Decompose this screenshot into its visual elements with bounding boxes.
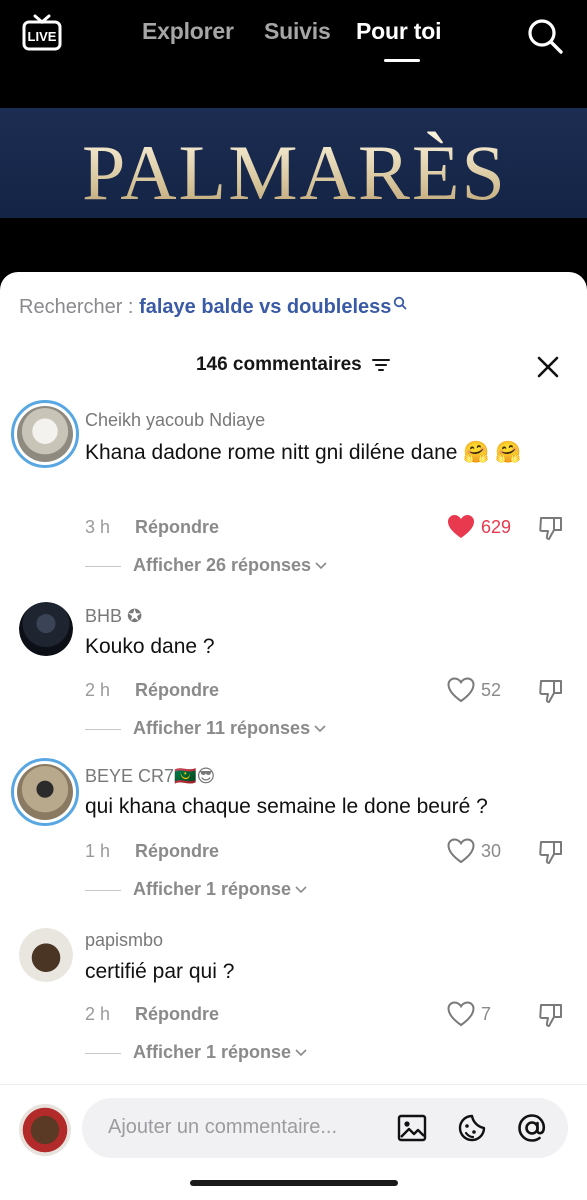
comments-sheet: Rechercher : falaye balde vs doubleless … [0,272,587,1200]
video-banner: PALMARÈS [0,108,587,218]
avatar[interactable] [11,758,79,826]
home-indicator[interactable] [190,1180,398,1186]
dislike-icon[interactable] [538,678,564,704]
heart-outline-icon[interactable] [447,1001,475,1027]
search-query-link[interactable]: falaye balde vs doubleless [139,296,391,318]
heart-outline-icon[interactable] [447,677,475,703]
mention-icon[interactable] [516,1112,548,1144]
heart-outline-icon[interactable] [447,838,475,864]
comment-text: Khana dadone rome nitt gni diléne dane 🤗… [85,441,522,464]
dislike-icon[interactable] [538,515,564,541]
replies-divider [85,729,121,730]
chevron-down-icon [295,1049,307,1057]
replies-divider [85,566,121,567]
like-count: 30 [481,841,502,861]
chevron-down-icon [315,562,327,570]
heart-filled-icon[interactable] [447,514,475,540]
tab-suivis[interactable]: Suivis [264,18,331,45]
search-icon[interactable] [526,17,564,55]
tab-pour-toi[interactable]: Pour toi [356,18,441,45]
comment-time: 2 h [85,1004,111,1024]
view-replies-label: Afficher 26 réponses [133,555,312,575]
comment-count-header: 146 commentaires [0,354,587,376]
like-count: 52 [481,680,502,700]
replies-divider [85,890,121,891]
reply-button[interactable]: Répondre [135,841,219,862]
close-icon[interactable] [535,354,561,380]
sort-filter-icon[interactable] [371,357,391,373]
chevron-down-icon [314,725,326,733]
comment-username[interactable]: BHB ✪ [85,606,142,627]
dislike-icon[interactable] [538,1002,564,1028]
chevron-down-icon [295,886,307,894]
comment-text: Kouko dane ? [85,635,215,658]
replies-divider [85,1053,121,1054]
tab-explorer[interactable]: Explorer [142,18,234,45]
dislike-icon[interactable] [538,839,564,865]
comment-username[interactable]: Cheikh yacoub Ndiaye [85,410,265,431]
like-count: 629 [481,517,512,537]
comment-text: certifié par qui ? [85,960,235,983]
search-suggestion[interactable]: Rechercher : falaye balde vs doubleless [19,296,407,319]
view-replies-button[interactable]: Afficher 1 réponse [85,1042,385,1066]
comment-input[interactable]: Ajouter un commentaire... [82,1098,568,1158]
search-label: Rechercher : [19,296,140,318]
view-replies-label: Afficher 1 réponse [133,1042,292,1062]
comment-count: 146 commentaires [195,354,362,375]
comment-time: 2 h [85,680,111,700]
top-navigation-bar: LIVE Explorer Suivis Pour toi [0,0,587,80]
comment-username[interactable]: papismbo [85,930,163,951]
view-replies-label: Afficher 11 réponses [133,718,311,738]
view-replies-button[interactable]: Afficher 26 réponses [85,555,385,579]
comment-time: 3 h [85,517,111,537]
view-replies-button[interactable]: Afficher 11 réponses [85,718,385,742]
banner-title: PALMARÈS [82,129,507,216]
avatar[interactable] [19,928,73,982]
reply-button[interactable]: Répondre [135,1004,219,1025]
active-tab-indicator [384,59,420,62]
avatar[interactable] [11,400,79,468]
view-replies-label: Afficher 1 réponse [133,879,292,899]
emoji-sticker-icon[interactable] [456,1112,488,1144]
reply-button[interactable]: Répondre [135,680,219,701]
comment-time: 1 h [85,841,111,861]
svg-text:LIVE: LIVE [28,29,57,44]
image-icon[interactable] [396,1112,428,1144]
comment-text: qui khana chaque semaine le done beuré ? [85,795,488,818]
comment-input-placeholder: Ajouter un commentaire... [108,1116,337,1138]
view-replies-button[interactable]: Afficher 1 réponse [85,879,385,903]
composer-divider [0,1084,587,1085]
avatar[interactable] [19,602,73,656]
my-avatar[interactable] [19,1104,71,1156]
reply-button[interactable]: Répondre [135,517,219,538]
like-count: 7 [481,1004,492,1024]
live-icon[interactable]: LIVE [22,14,62,52]
search-small-icon [394,296,407,310]
comment-username[interactable]: BEYE CR7🇲🇷😎 [85,766,215,787]
